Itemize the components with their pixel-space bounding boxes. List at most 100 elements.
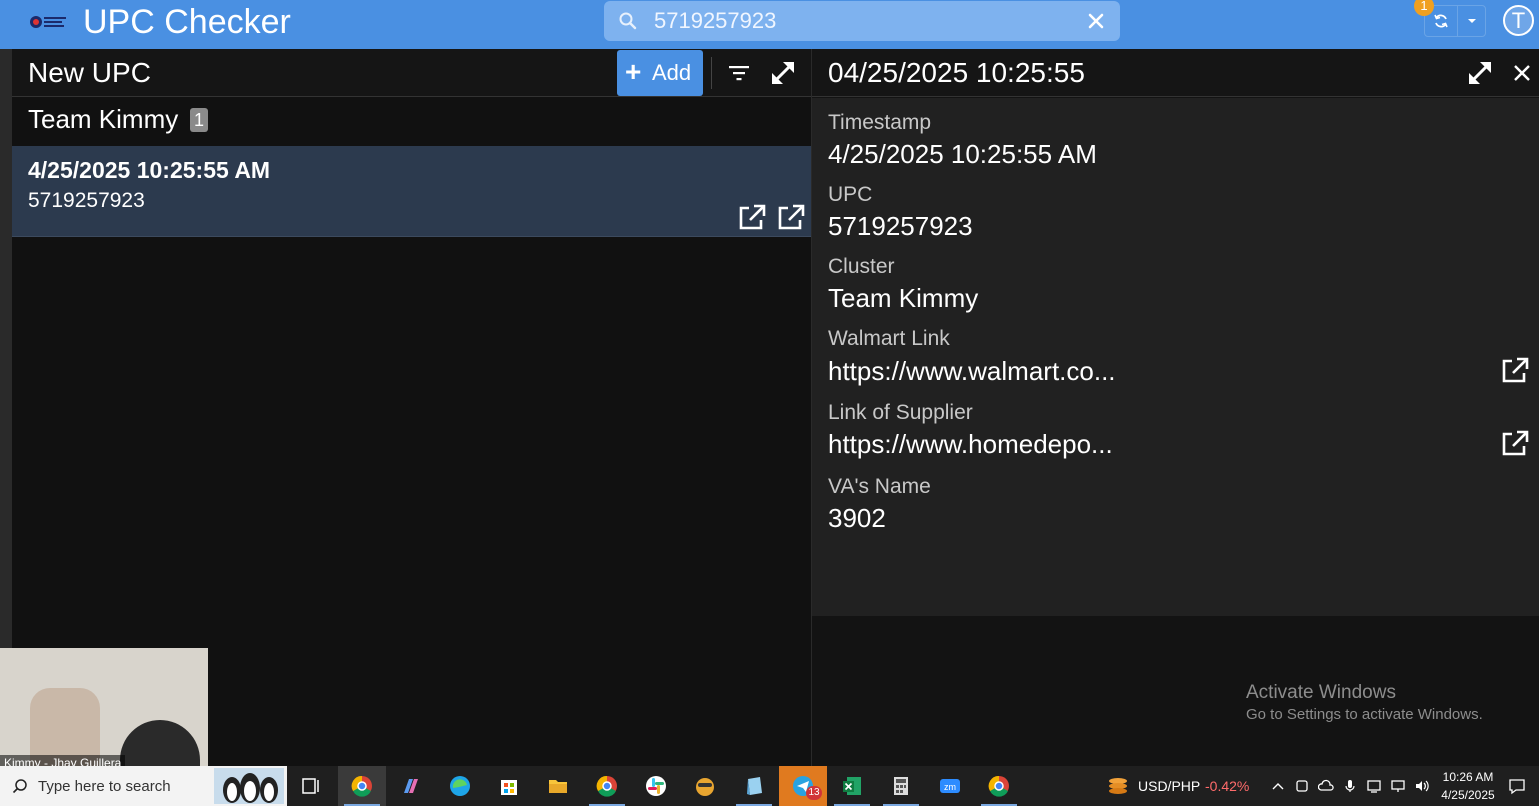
folder-icon: [549, 780, 567, 793]
user-avatar[interactable]: T: [1503, 5, 1534, 36]
field-label-walmart-link: Walmart Link: [828, 327, 950, 350]
field-value-va-name: 3902: [828, 503, 886, 533]
sync-button-group: [1424, 5, 1486, 37]
list-header: New UPC + Add: [12, 49, 811, 97]
taskbar-file-explorer[interactable]: [534, 766, 582, 806]
taskbar-notes[interactable]: [730, 766, 778, 806]
telegram-badge: 13: [806, 786, 822, 800]
field-value-cluster: Team Kimmy: [828, 283, 979, 313]
open-supplier-link-icon[interactable]: [1500, 429, 1530, 457]
field-value-walmart-link[interactable]: https://www.walmart.co...: [828, 356, 1116, 386]
open-walmart-link-icon[interactable]: [1500, 356, 1530, 384]
copilot-icon: [404, 779, 418, 793]
taskbar-edge[interactable]: [436, 766, 484, 806]
app-title: UPC Checker: [83, 3, 291, 41]
detail-title: 04/25/2025 10:25:55: [828, 57, 1085, 88]
list-item[interactable]: 4/25/2025 10:25:55 AM 5719257923: [12, 146, 811, 237]
field-label-upc: UPC: [828, 183, 873, 206]
store-icon: [501, 780, 517, 795]
microphone-icon[interactable]: [1342, 778, 1358, 794]
taskbar-slack[interactable]: [632, 766, 680, 806]
search-input[interactable]: [654, 1, 1074, 41]
svg-text:zm: zm: [944, 782, 956, 792]
open-walmart-link-icon[interactable]: [737, 203, 767, 231]
task-view-button[interactable]: [287, 766, 335, 806]
list-title: New UPC: [28, 57, 151, 88]
filter-icon[interactable]: [728, 63, 750, 83]
chrome-icon: [988, 775, 1009, 797]
clock-date[interactable]: 4/25/2025: [1440, 787, 1496, 803]
expand-icon[interactable]: [1466, 59, 1494, 87]
taskbar-search-input[interactable]: [38, 776, 208, 796]
screen-share-icon[interactable]: [1366, 778, 1382, 794]
meet-now-icon[interactable]: [1294, 778, 1310, 794]
open-supplier-link-icon[interactable]: [776, 203, 806, 231]
chevron-up-icon[interactable]: [1270, 778, 1286, 794]
expand-icon[interactable]: [769, 59, 797, 87]
windows-taskbar: 13 zm: [0, 766, 1539, 806]
sync-icon: [1434, 14, 1448, 28]
taskbar-chrome-active[interactable]: [338, 766, 386, 806]
app-header: UPC Checker 5719257923 1 T: [0, 0, 1539, 49]
clock-time[interactable]: 10:26 AM: [1440, 769, 1496, 785]
cartoon-face-icon: [696, 778, 714, 796]
webcam-preview[interactable]: Kimmy - Jhay Guillera: [0, 648, 208, 772]
search-box[interactable]: [604, 1, 1120, 41]
zoom-icon: zm: [940, 779, 960, 793]
search-icon: [619, 12, 637, 30]
plus-icon: +: [625, 56, 642, 87]
onedrive-icon[interactable]: [1318, 778, 1334, 794]
chrome-icon: [351, 775, 372, 797]
volume-icon[interactable]: [1414, 778, 1430, 794]
detail-panel: 04/25/2025 10:25:55 Timestamp 4/25/2025 …: [811, 49, 1539, 766]
clear-search-icon[interactable]: [1086, 11, 1106, 31]
taskbar-chrome-profile[interactable]: [975, 766, 1023, 806]
taskbar-chrome-2[interactable]: [583, 766, 631, 806]
field-value-upc: 5719257923: [828, 211, 973, 241]
chevron-down-icon: [1468, 19, 1476, 23]
task-view-icon: [302, 778, 319, 794]
detail-header: 04/25/2025 10:25:55: [812, 49, 1539, 97]
company-logo-icon: [30, 16, 66, 28]
edge-icon: [450, 776, 470, 796]
penguins-icon: [214, 768, 284, 804]
add-button[interactable]: + Add: [617, 50, 703, 96]
add-button-label: Add: [652, 60, 692, 85]
taskbar-telegram[interactable]: 13: [779, 766, 827, 806]
field-label-timestamp: Timestamp: [828, 111, 932, 134]
field-label-supplier-link: Link of Supplier: [828, 401, 973, 424]
taskbar-copilot[interactable]: [387, 766, 435, 806]
slack-icon: [646, 776, 666, 796]
taskbar-excel[interactable]: [828, 766, 876, 806]
notes-icon: [747, 777, 762, 795]
calculator-icon: [894, 777, 908, 795]
field-label-va-name: VA's Name: [828, 475, 931, 498]
item-upc: 5719257923: [28, 189, 145, 212]
sync-dropdown-button[interactable]: [1457, 6, 1485, 36]
excel-icon: [843, 777, 861, 795]
close-icon[interactable]: [1512, 63, 1532, 83]
taskbar-app-face[interactable]: [681, 766, 729, 806]
webcam-person: [120, 720, 200, 772]
header-divider: [711, 57, 712, 89]
left-gutter: [0, 49, 12, 649]
field-value-timestamp: 4/25/2025 10:25:55 AM: [828, 139, 1097, 169]
chrome-icon: [596, 775, 617, 797]
group-header-team[interactable]: Team Kimmy 1: [12, 98, 811, 144]
taskbar-zoom[interactable]: zm: [926, 766, 974, 806]
group-name: Team Kimmy: [28, 104, 179, 134]
field-value-supplier-link[interactable]: https://www.homedepo...: [828, 429, 1113, 459]
notification-icon[interactable]: [1508, 777, 1526, 795]
taskbar-search[interactable]: [0, 766, 287, 806]
activate-windows-watermark: Activate Windows Go to Settings to activ…: [1246, 681, 1483, 725]
item-timestamp: 4/25/2025 10:25:55 AM: [28, 157, 271, 183]
detail-fields: Timestamp 4/25/2025 10:25:55 AM UPC 5719…: [812, 98, 1539, 616]
group-count-badge: 1: [190, 108, 208, 132]
network-icon[interactable]: [1390, 778, 1406, 794]
taskbar-store[interactable]: [485, 766, 533, 806]
taskbar-calculator[interactable]: [877, 766, 925, 806]
watermark-subtitle: Go to Settings to activate Windows.: [1246, 706, 1483, 723]
currency-pair[interactable]: USD/PHP: [1138, 778, 1200, 794]
field-label-cluster: Cluster: [828, 255, 895, 278]
currency-widget-icon[interactable]: [1106, 774, 1130, 798]
